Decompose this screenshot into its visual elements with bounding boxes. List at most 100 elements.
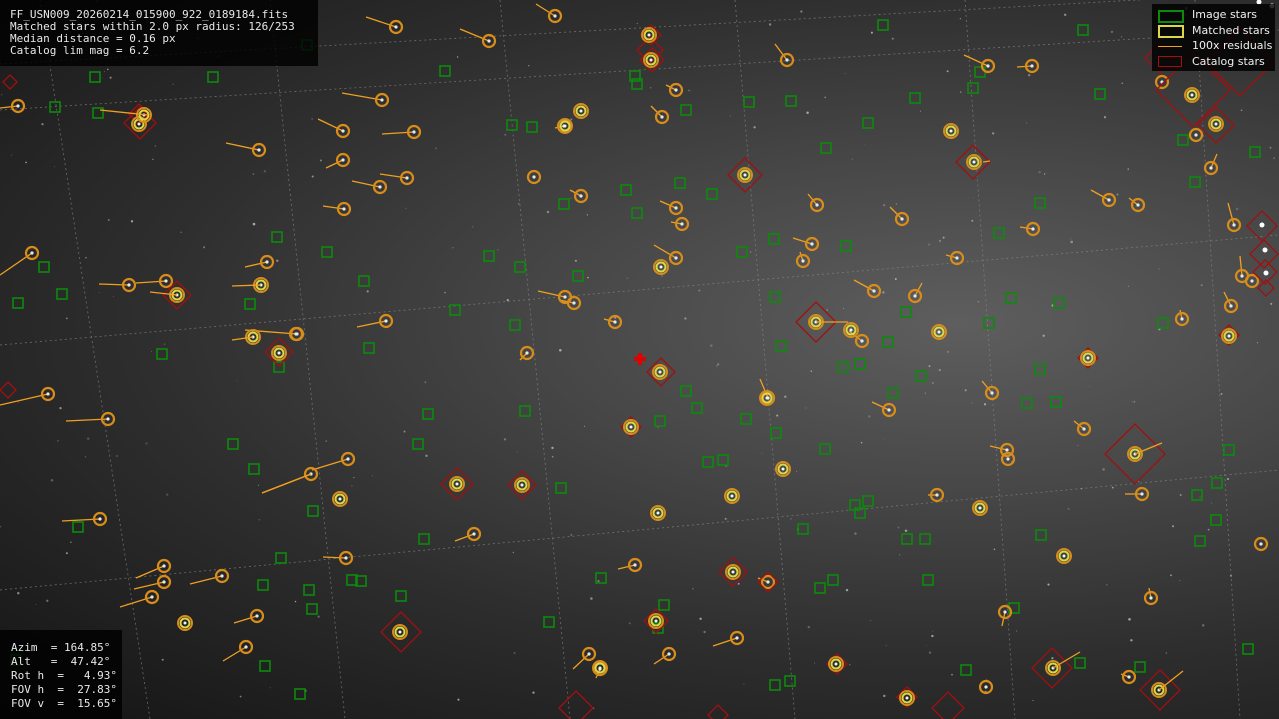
star-core (1107, 198, 1111, 202)
image-star-icon (1156, 9, 1184, 23)
star-core (183, 621, 187, 625)
star-core (656, 511, 660, 515)
image-star-marker (1211, 477, 1223, 489)
star-core (525, 351, 529, 355)
star-core (98, 517, 102, 521)
background-star (107, 219, 110, 221)
background-star (743, 683, 745, 685)
background-star (456, 56, 459, 58)
image-star-marker (882, 336, 894, 348)
background-star (1240, 109, 1243, 112)
background-star (796, 470, 798, 472)
background-star (236, 380, 238, 382)
background-star (932, 630, 934, 632)
residual-line (871, 401, 890, 411)
star-core (346, 457, 350, 461)
background-star (761, 452, 763, 454)
background-star (113, 295, 115, 297)
image-star-marker (307, 505, 319, 517)
star-core (1190, 93, 1194, 97)
grid-line (499, 0, 571, 719)
star-core (613, 320, 617, 324)
background-star (844, 72, 846, 74)
star-core (849, 328, 853, 332)
background-star (894, 278, 897, 280)
background-star (57, 440, 59, 442)
image-star-marker (960, 664, 972, 676)
background-star (1067, 507, 1070, 511)
residual-line (1052, 651, 1081, 669)
star-core (1005, 448, 1009, 452)
background-star (252, 222, 256, 226)
background-star (636, 23, 638, 24)
background-star (870, 31, 873, 34)
image-star-marker (439, 65, 451, 77)
star-core (394, 25, 398, 29)
star-core (730, 494, 734, 498)
background-star (843, 308, 845, 310)
image-star-marker (483, 250, 495, 262)
image-star-marker (271, 231, 283, 243)
image-star-marker (862, 495, 874, 507)
star-core (553, 14, 557, 18)
background-star (688, 89, 691, 92)
background-star (570, 534, 573, 536)
background-star (810, 370, 813, 373)
fov-horizontal-text: FOV h = 27.83° (11, 683, 117, 696)
rotation-text: Rot h = 4.93° (11, 669, 117, 682)
residual-line (459, 28, 490, 42)
star-core (660, 115, 664, 119)
background-star (1089, 386, 1091, 387)
residual-line (989, 445, 1008, 451)
background-star (699, 617, 702, 621)
image-star-marker (395, 590, 407, 602)
star-core (563, 295, 567, 299)
residual-line (322, 556, 347, 559)
residual-line (135, 280, 167, 284)
star-core (659, 265, 663, 269)
image-star-marker (909, 92, 921, 104)
star-core (455, 482, 459, 486)
background-star (41, 123, 44, 126)
image-star-marker (900, 306, 912, 318)
image-star-marker (1034, 363, 1046, 375)
residual-line (1239, 255, 1243, 277)
legend-panel: Image stars Matched stars 100x residuals… (1152, 4, 1275, 71)
background-star (884, 439, 886, 441)
star-core (658, 370, 662, 374)
background-star (716, 365, 718, 367)
star-core (674, 256, 678, 260)
star-core (1180, 317, 1184, 321)
image-star-marker (56, 288, 68, 300)
sky-image (0, 0, 1279, 719)
background-star (145, 442, 148, 445)
star-core (647, 33, 651, 37)
background-star (993, 548, 996, 551)
image-star-marker (1021, 397, 1033, 409)
star-core (1214, 122, 1218, 126)
background-star (883, 694, 886, 698)
background-star (964, 389, 967, 392)
background-star (1127, 168, 1129, 170)
star-core (1194, 133, 1198, 137)
altitude-text: Alt = 47.42° (11, 655, 111, 668)
background-star (425, 454, 428, 457)
star-core (743, 173, 747, 177)
star-core (579, 109, 583, 113)
image-star-marker (922, 574, 934, 586)
background-star (152, 158, 154, 161)
image-star-marker (768, 233, 780, 245)
background-star (528, 225, 530, 227)
background-star (737, 582, 740, 585)
star-core (341, 158, 345, 162)
background-star (776, 414, 779, 417)
star-core (1062, 554, 1066, 558)
background-star (1120, 36, 1123, 38)
star-core (532, 175, 536, 179)
star-core (735, 636, 739, 640)
star-core (1030, 64, 1034, 68)
background-star (626, 277, 628, 279)
image-star-marker (1223, 444, 1235, 456)
background-star (366, 290, 369, 293)
legend-matched-stars: Matched stars (1156, 23, 1275, 39)
